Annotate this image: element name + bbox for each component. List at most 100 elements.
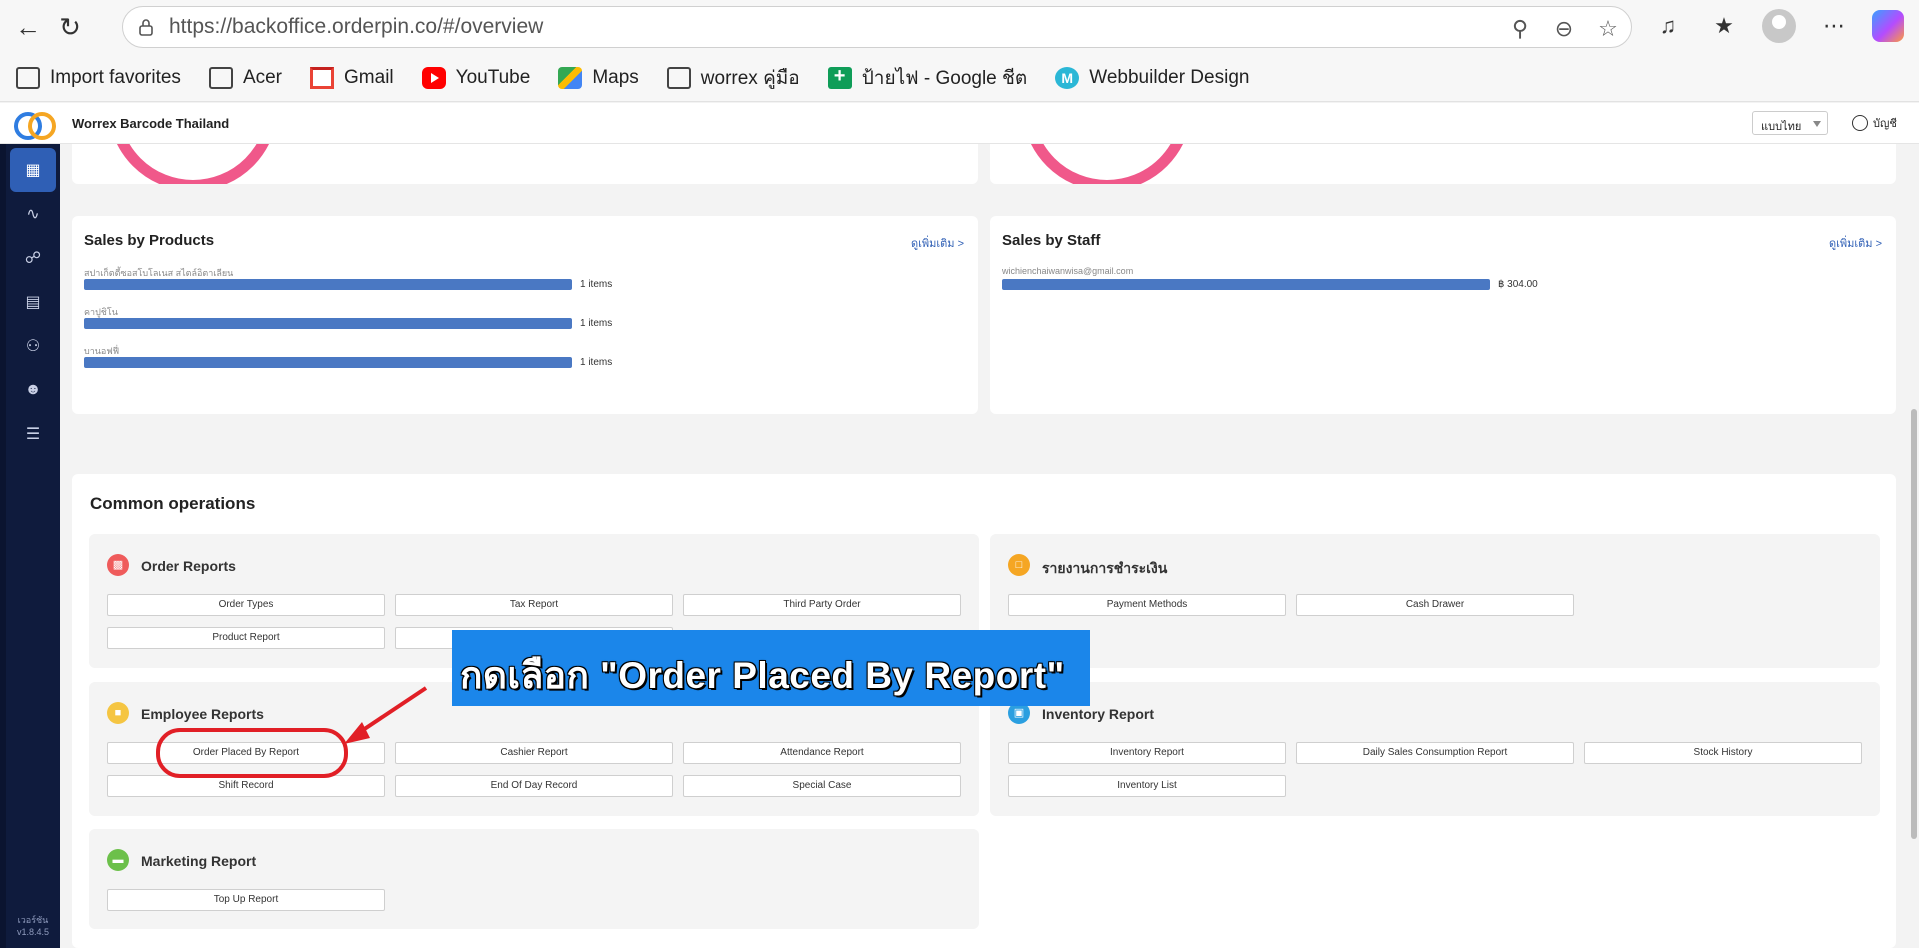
bar-value: 1 items [580, 357, 613, 368]
payment-reports-group: □ รายงานการชำระเงิน Payment Methods Cash… [990, 534, 1880, 668]
store-name: Worrex Barcode Thailand [72, 115, 230, 131]
order-types-button[interactable]: Order Types [107, 594, 385, 616]
address-bar[interactable]: https://backoffice.orderpin.co/#/overvie… [122, 6, 1632, 48]
folder-icon [208, 66, 233, 89]
chart-card-right [990, 144, 1896, 184]
sidebar-item-reports[interactable]: ∿ [10, 192, 56, 236]
view-more-link[interactable]: ดูเพิ่มเติม > [1829, 234, 1882, 252]
bar-label: บานอฟฟี่ [84, 346, 120, 356]
bar-label: wichienchaiwanwisa@gmail.com [1002, 266, 1134, 276]
group-title: Order Reports [141, 558, 236, 574]
bar-value: 1 items [580, 279, 613, 290]
url-text: https://backoffice.orderpin.co/#/overvie… [169, 15, 544, 38]
lock-icon [139, 19, 153, 36]
gmail-icon [310, 66, 335, 89]
inventory-report-button[interactable]: Inventory Report [1008, 742, 1286, 764]
group-title: Inventory Report [1042, 706, 1155, 722]
orderpin-logo-icon [14, 108, 56, 140]
account-menu[interactable]: บัญชี [1852, 114, 1897, 132]
app-header: Worrex Barcode Thailand แบบไทย บัญชี [0, 103, 1919, 144]
key-icon[interactable]: ⚲ [1507, 16, 1533, 42]
sidebar-item-customers[interactable]: ⚇ [10, 324, 56, 368]
profile-avatar[interactable] [1762, 9, 1796, 43]
sales-by-staff-card: Sales by Staff ดูเพิ่มเติม > wichienchai… [990, 216, 1896, 414]
browser-toolbar: ← ↻ https://backoffice.orderpin.co/#/ove… [0, 0, 1919, 54]
bar [84, 318, 572, 329]
bookmark-gmail[interactable]: Gmail [310, 66, 394, 89]
inventory-list-button[interactable]: Inventory List [1008, 775, 1286, 797]
media-icon[interactable]: ♫ [1650, 8, 1686, 44]
import-icon [16, 66, 40, 89]
back-arrow-icon[interactable]: ← [8, 7, 48, 47]
marketing-reports-group: ▬ Marketing Report Top Up Report [89, 829, 979, 929]
bar-label: คาปูชิโน [84, 307, 118, 317]
card-title: Sales by Staff [1002, 232, 1101, 249]
language-select[interactable]: แบบไทย [1752, 111, 1828, 135]
bookmark-maps[interactable]: Maps [558, 66, 639, 89]
activity-icon: ∿ [26, 206, 40, 223]
view-more-link[interactable]: ดูเพิ่มเติม > [911, 234, 964, 252]
star-icon[interactable]: ☆ [1595, 16, 1621, 42]
sidebar-item-inventory[interactable]: ▤ [10, 280, 56, 324]
red-arrow-icon [344, 686, 428, 744]
refresh-icon[interactable]: ↻ [50, 7, 90, 47]
section-title: Common operations [90, 494, 256, 513]
bookmark-sheet[interactable]: ป้ายไฟ - Google ชีต [827, 63, 1027, 93]
copilot-icon[interactable] [1872, 10, 1904, 42]
chart-icon: ▩ [107, 554, 129, 576]
sidebar: ▦ ∿ ☍ ▤ ⚇ ☻ ☰ เวอร์ชัน v1.8.4.5 [6, 144, 60, 948]
main-content: Sales by Products ดูเพิ่มเติม > สปาเก็ตต… [60, 144, 1919, 948]
top-up-report-button[interactable]: Top Up Report [107, 889, 385, 911]
bar [84, 279, 572, 290]
bar [84, 357, 572, 368]
bookmark-acer[interactable]: Acer [208, 66, 282, 89]
group-title: รายงานการชำระเงิน [1042, 560, 1168, 576]
bar [1002, 279, 1490, 290]
folder-icon [666, 66, 691, 89]
inventory-reports-group: ▣ Inventory Report Inventory Report Dail… [990, 682, 1880, 816]
sidebar-item-staff[interactable]: ☻ [10, 368, 56, 412]
highlight-circle [156, 728, 348, 778]
youtube-icon [421, 66, 446, 89]
chart-card-left [72, 144, 978, 184]
webbuilder-icon: M [1055, 66, 1080, 89]
sidebar-item-orders[interactable]: ☍ [10, 236, 56, 280]
tax-report-button[interactable]: Tax Report [395, 594, 673, 616]
special-case-button[interactable]: Special Case [683, 775, 961, 797]
third-party-order-button[interactable]: Third Party Order [683, 594, 961, 616]
daily-sales-consumption-report-button[interactable]: Daily Sales Consumption Report [1296, 742, 1574, 764]
bookmark-import[interactable]: Import favorites [16, 66, 181, 89]
attendance-report-button[interactable]: Attendance Report [683, 742, 961, 764]
zoom-out-icon[interactable]: ⊖ [1551, 16, 1577, 42]
bar-label: สปาเก็ตตี้ซอสโบโลเนส สไตล์อิตาเลียน [84, 268, 234, 278]
cash-drawer-button[interactable]: Cash Drawer [1296, 594, 1574, 616]
stock-history-button[interactable]: Stock History [1584, 742, 1862, 764]
maps-icon [558, 66, 583, 89]
sidebar-item-overview[interactable]: ▦ [10, 148, 56, 192]
group-title: Employee Reports [141, 706, 264, 722]
cashier-report-button[interactable]: Cashier Report [395, 742, 673, 764]
page-scrollbar[interactable] [1911, 409, 1917, 839]
more-menu-icon[interactable]: ⋯ [1816, 8, 1852, 44]
bookmark-youtube[interactable]: YouTube [421, 66, 530, 89]
bag-icon: ☍ [24, 250, 42, 267]
end-of-day-record-button[interactable]: End Of Day Record [395, 775, 673, 797]
grid-icon: ▦ [25, 162, 41, 179]
product-report-button[interactable]: Product Report [107, 627, 385, 649]
bookmarks-bar: Import favorites Acer Gmail YouTube Maps… [0, 54, 1919, 102]
sidebar-item-settings[interactable]: ☰ [10, 412, 56, 456]
sheets-icon [827, 65, 852, 89]
instruction-callout: กดเลือก "Order Placed By Report" [452, 630, 1090, 706]
box-icon: ▤ [25, 294, 41, 311]
sliders-icon: ☰ [25, 426, 41, 443]
bar-value: 1 items [580, 318, 613, 329]
sales-by-products-card: Sales by Products ดูเพิ่มเติม > สปาเก็ตต… [72, 216, 978, 414]
bookmark-webbuilder[interactable]: M Webbuilder Design [1055, 66, 1249, 89]
shift-record-button[interactable]: Shift Record [107, 775, 385, 797]
badge-icon: ■ [107, 702, 129, 724]
bookmark-worrex[interactable]: worrex คู่มือ [666, 63, 800, 93]
payment-methods-button[interactable]: Payment Methods [1008, 594, 1286, 616]
favorites-icon[interactable]: ★ [1706, 8, 1742, 44]
donut-chart [108, 144, 278, 184]
donut-chart [1022, 144, 1192, 184]
